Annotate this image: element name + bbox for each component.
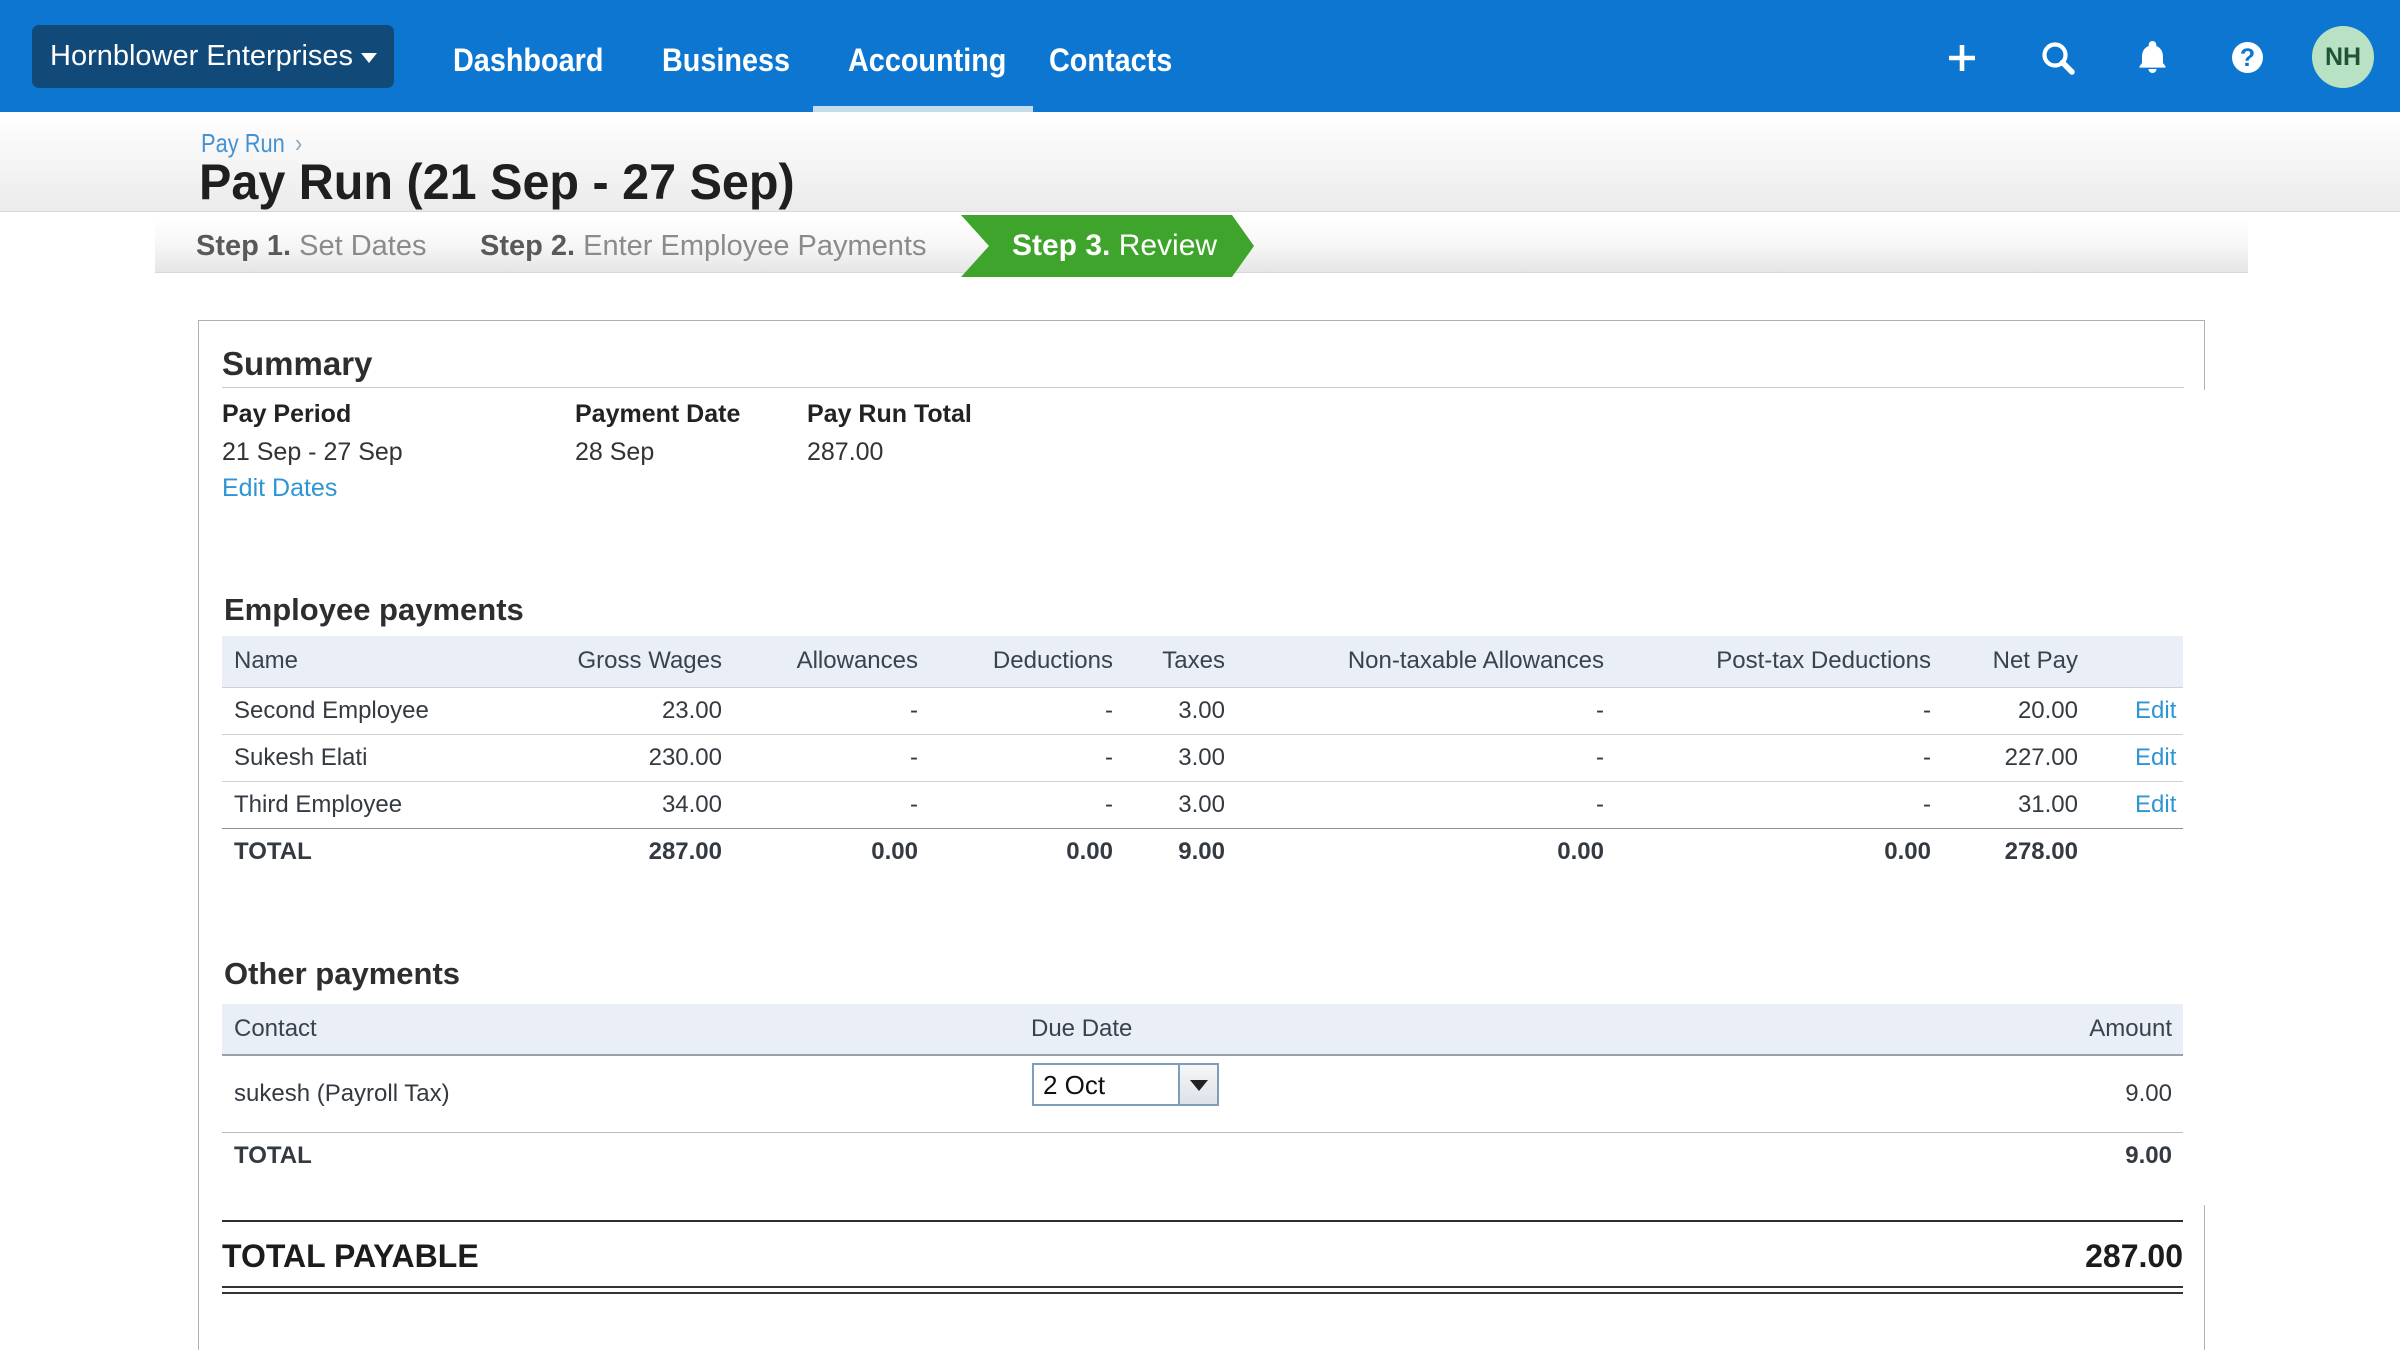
svg-text:?: ? [2240, 44, 2255, 72]
